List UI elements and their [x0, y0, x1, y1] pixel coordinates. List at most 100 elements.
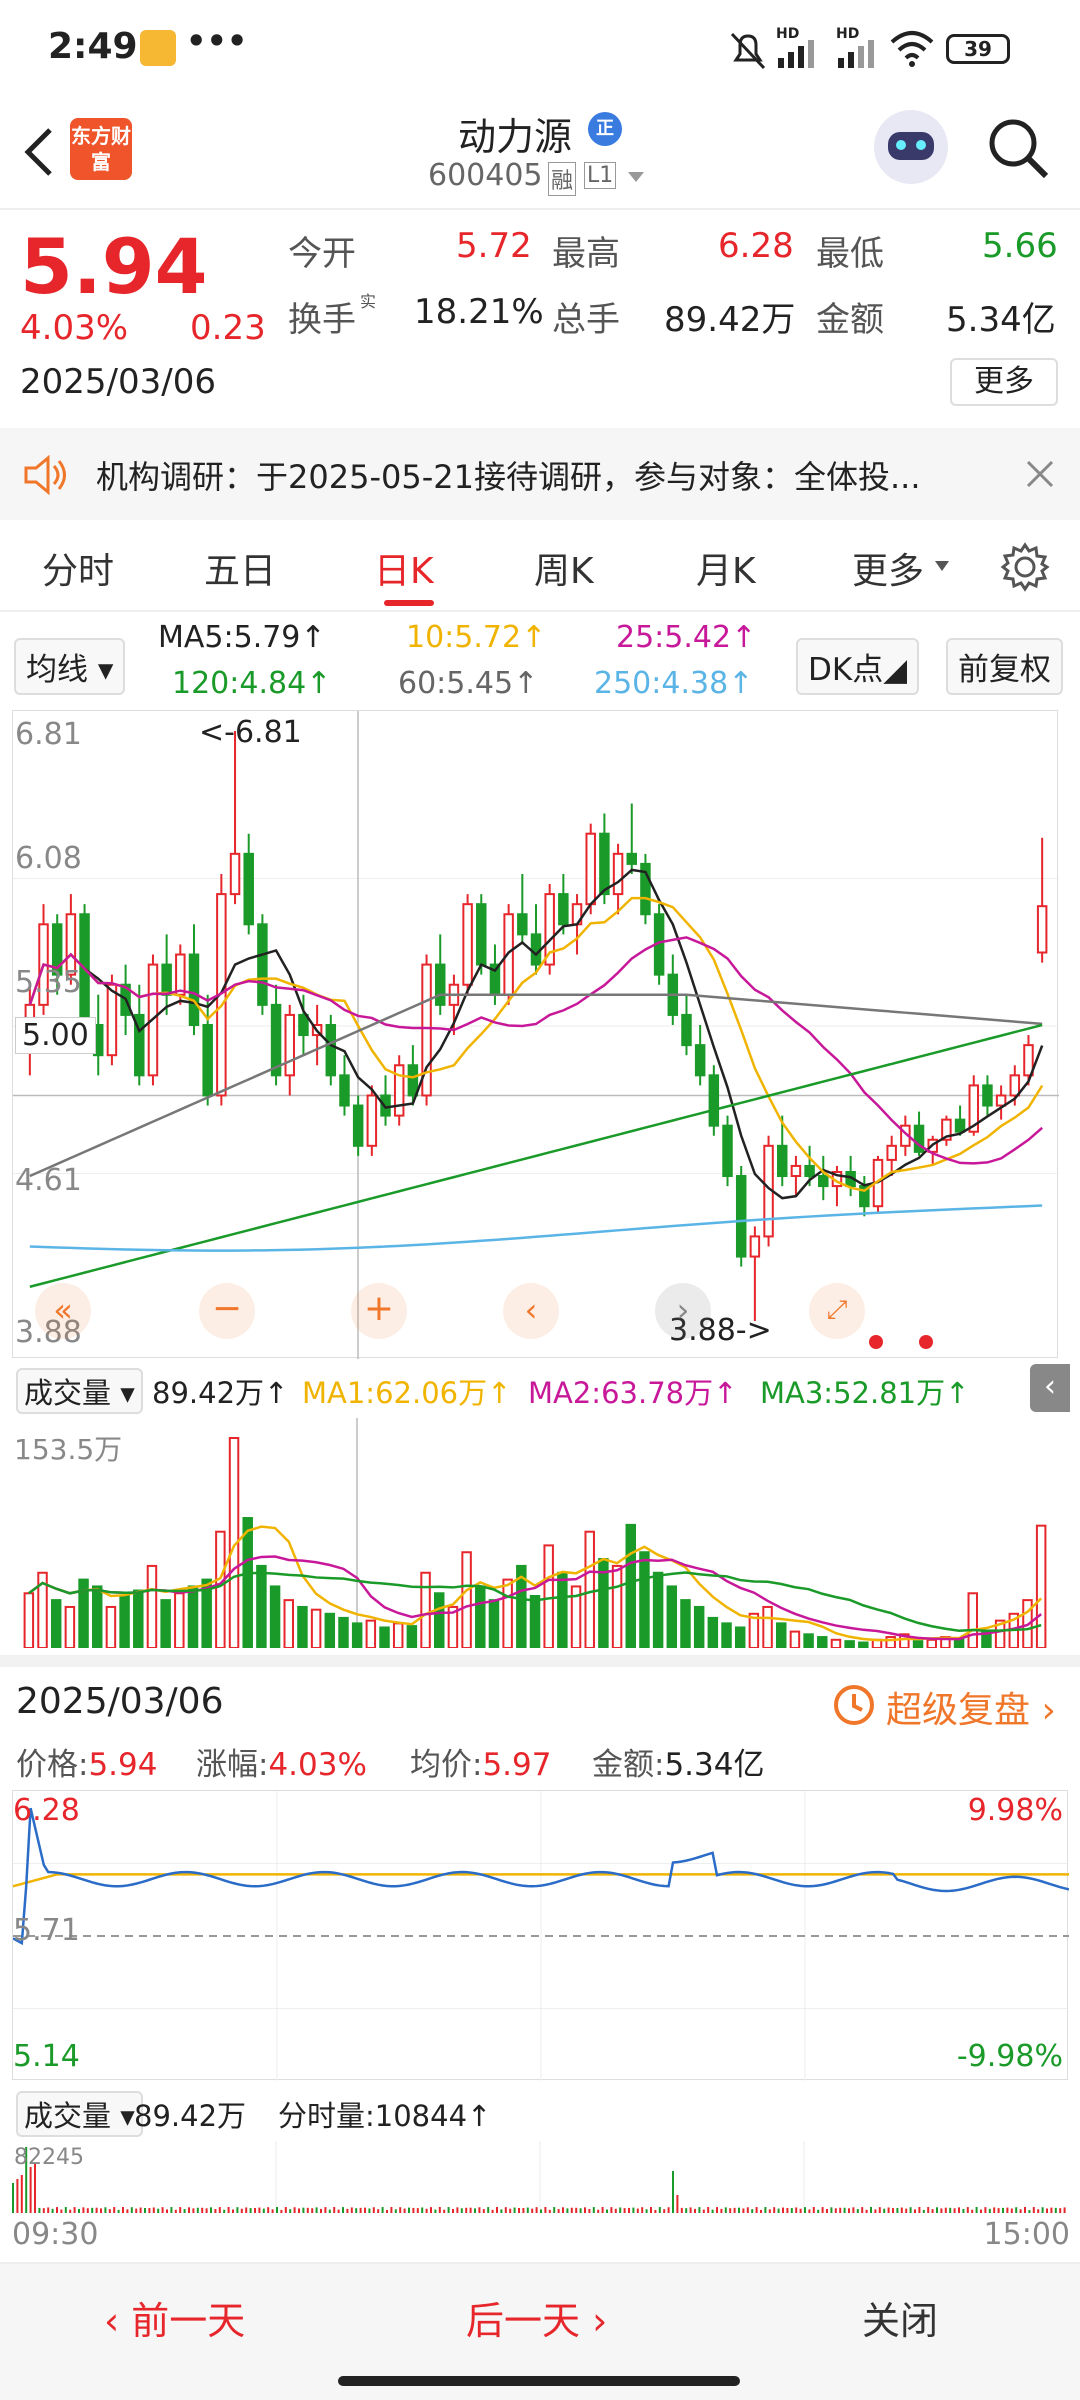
intraday-volume-bar — [817, 2209, 820, 2213]
intraday-chart[interactable]: 6.28 5.71 5.14 9.98% -9.98% — [12, 1790, 1070, 2081]
super-replay-label: 超级复盘 — [886, 1690, 1031, 1731]
intraday-volume-bar — [680, 2207, 683, 2213]
intraday-volume-bar — [562, 2207, 564, 2213]
tab-weekly-k[interactable]: 周K — [534, 542, 594, 594]
intraday-volume-bar — [883, 2208, 886, 2213]
high-label: 最高 — [552, 234, 620, 274]
volume-bar — [160, 1599, 171, 1648]
intraday-volume-bar — [900, 2207, 903, 2213]
event-dot-2[interactable] — [919, 1335, 933, 1349]
tab-five-day[interactable]: 五日 — [204, 542, 276, 594]
intraday-volume-bar — [777, 2208, 780, 2213]
notice-bar[interactable]: 机构调研：于2025-05-21接待调研，参与对象：全体投... — [0, 428, 1080, 520]
intraday-volume-bar — [377, 2209, 380, 2213]
candle-body — [749, 1235, 761, 1258]
next-day-button[interactable]: 后一天 › — [466, 2290, 607, 2345]
scroll-right-icon[interactable]: › — [655, 1283, 711, 1339]
robot-assistant-icon[interactable] — [874, 110, 948, 184]
volume-bar — [912, 1640, 924, 1648]
replay-clock-icon[interactable] — [830, 1681, 876, 1727]
intraday-volume-bar — [953, 2208, 956, 2213]
candle-body — [804, 1164, 815, 1178]
volume-bar — [91, 1585, 103, 1648]
intraday-volume-bar — [135, 2208, 138, 2213]
volume-bar — [338, 1616, 349, 1648]
settings-gear-icon[interactable] — [1000, 542, 1050, 592]
event-dot-1[interactable] — [869, 1335, 883, 1349]
tab-daily-k[interactable]: 日K — [374, 542, 434, 594]
scroll-left-icon[interactable]: ‹ — [503, 1283, 559, 1339]
tab-intraday[interactable]: 分时 — [42, 542, 114, 594]
intraday-volume-bar — [839, 2207, 842, 2213]
intraday-volume-selector-label: 成交量 — [24, 2099, 112, 2133]
back-icon[interactable] — [20, 124, 60, 180]
intraday-volume-bar — [927, 2207, 930, 2213]
intraday-volume-bar — [240, 2208, 243, 2213]
dropdown-caret-icon[interactable] — [626, 170, 646, 184]
volume-bar — [379, 1626, 390, 1648]
intraday-volume-bar — [86, 2208, 89, 2213]
intraday-volume-bar — [254, 2207, 256, 2213]
intraday-volume-bar — [267, 2207, 270, 2213]
more-quote-button[interactable]: 更多 — [950, 358, 1058, 406]
adjust-button[interactable]: 前复权 — [946, 638, 1063, 695]
intraday-volume-bar — [632, 2207, 635, 2213]
candle-body — [722, 1124, 733, 1178]
volume-selector[interactable]: 成交量 ▾ — [16, 1368, 143, 1414]
tab-monthly-k[interactable]: 月K — [696, 542, 756, 594]
volume-bar — [625, 1523, 637, 1648]
quote-panel: 5.94 4.03% 0.23 2025/03/06 今开 5.72 最高 6.… — [0, 212, 1080, 422]
intraday-volume-bar — [16, 2179, 19, 2213]
intraday-volume-bar — [1024, 2207, 1026, 2213]
volume-bar — [789, 1630, 801, 1648]
collapse-panel-icon[interactable]: ‹ — [1030, 1364, 1070, 1412]
zoom-out-icon[interactable]: − — [199, 1283, 255, 1339]
volume-bar — [420, 1571, 431, 1648]
expand-icon[interactable]: ⤢ — [809, 1283, 865, 1339]
y-label-5: 4.61 — [15, 1163, 82, 1198]
candle-body — [284, 1013, 296, 1077]
close-notice-icon[interactable] — [1024, 458, 1056, 490]
prev-day-button[interactable]: ‹ 前一天 — [104, 2290, 245, 2345]
intraday-volume-bar — [262, 2208, 265, 2213]
candle-body — [106, 983, 118, 1057]
intraday-volume-bar — [988, 2208, 991, 2213]
intraday-volume-bar — [403, 2208, 406, 2213]
tab-more[interactable]: 更多 — [852, 542, 924, 594]
volume-bar — [215, 1530, 226, 1648]
dk-point-button[interactable]: DK点◢ — [796, 638, 920, 695]
candle-body — [612, 852, 624, 896]
volume-current-text: 89.42万 — [152, 1376, 265, 1410]
intraday-volume-svg — [12, 2141, 1066, 2213]
volume-bar — [64, 1605, 76, 1648]
candle-body — [462, 903, 473, 986]
intraday-volume-bar — [566, 2208, 569, 2213]
volume-bar — [611, 1564, 623, 1648]
intraday-volume-bar — [606, 2209, 608, 2213]
zoom-in-icon[interactable]: + — [351, 1283, 407, 1339]
ma-selector-label: 均线 — [26, 652, 88, 688]
intraday-volume-bar — [311, 2208, 314, 2213]
intraday-volume-bar — [1002, 2207, 1004, 2213]
candle-body — [298, 1013, 309, 1037]
intraday-volume-bar — [1006, 2207, 1009, 2213]
intraday-volume-bar — [812, 2207, 815, 2213]
search-icon[interactable] — [986, 116, 1050, 180]
current-price: 5.94 — [20, 222, 208, 311]
intraday-volume-bar — [1063, 2207, 1066, 2213]
intraday-volume-selector[interactable]: 成交量 ▾ — [16, 2091, 143, 2137]
amount-value: 5.34亿 — [946, 300, 1056, 340]
app-logo[interactable]: 东方财富 — [70, 118, 132, 180]
intraday-volume-bar — [196, 2207, 199, 2213]
rewind-icon[interactable]: « — [35, 1283, 91, 1339]
intraday-volume-bar — [306, 2207, 309, 2213]
detail-price-label: 价格: — [16, 1747, 89, 1783]
wifi-icon — [890, 31, 934, 67]
kline-chart[interactable]: 6.81 6.08 5.35 5.00 4.61 3.88 <-6.81 3.8… — [12, 710, 1059, 1359]
close-button[interactable]: 关闭 — [862, 2290, 938, 2345]
intraday-volume-bar — [78, 2208, 80, 2213]
ma-selector[interactable]: 均线 ▾ — [14, 638, 126, 695]
intraday-volume-bar — [130, 2207, 133, 2213]
super-replay-link[interactable]: 超级复盘 › — [886, 1681, 1056, 1733]
intraday-volume-bar — [645, 2209, 648, 2213]
